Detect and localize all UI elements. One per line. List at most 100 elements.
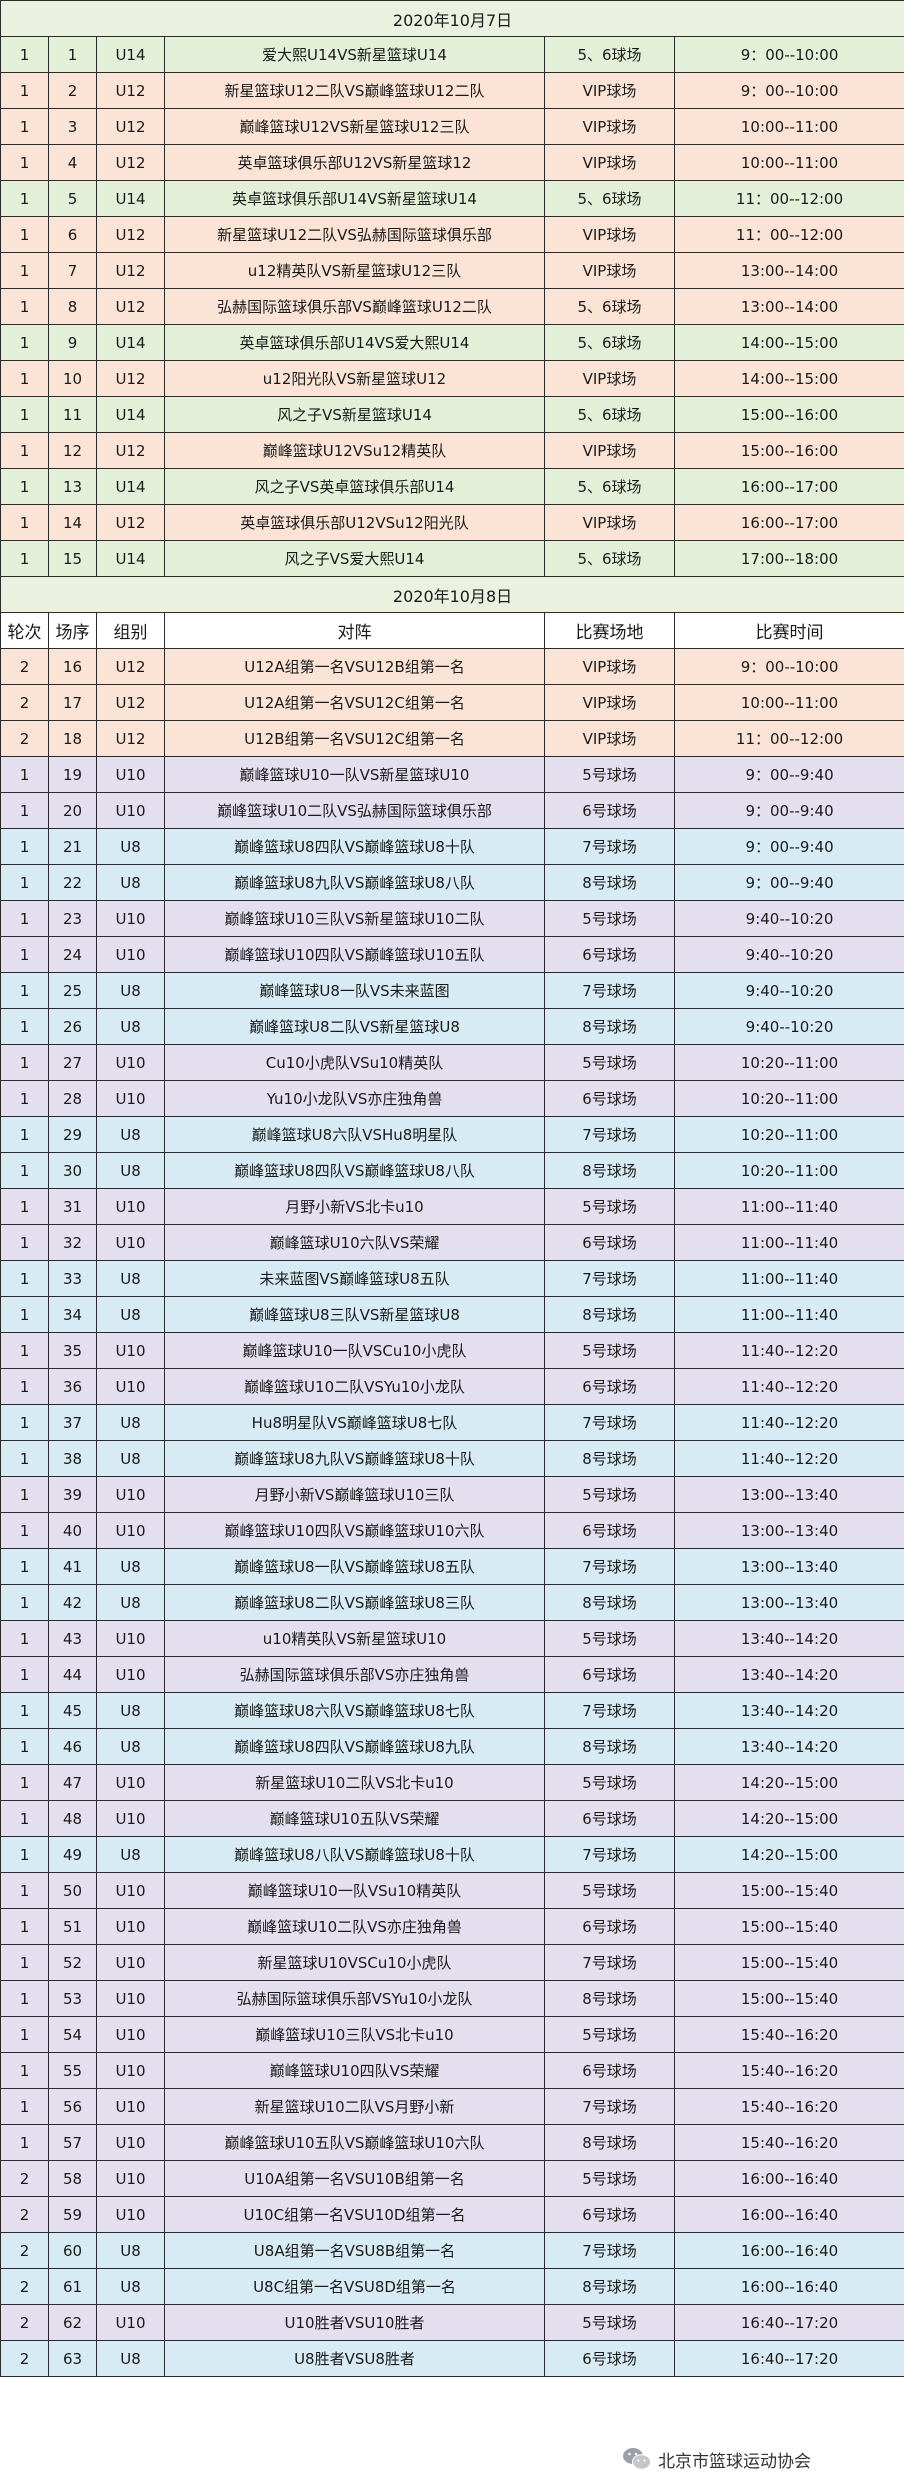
group-cell: U8 — [96, 1116, 165, 1153]
seq-cell: 16 — [48, 648, 97, 685]
round-cell: 1 — [0, 1872, 49, 1909]
match-cell: U10C组第一名VSU10D组第一名 — [164, 2196, 545, 2233]
seq-cell: 21 — [48, 828, 97, 865]
venue-cell: 8号球场 — [544, 2124, 675, 2161]
time-cell: 14:00--15:00 — [673, 324, 904, 361]
seq-cell: 18 — [48, 720, 97, 757]
table-row: 1 42 U8 巅峰篮球U8二队VS巅峰篮球U8三队 8号球场 13:00--13:40 — [0, 1584, 904, 1621]
table-row: 1 10 U12 u12阳光队VS新星篮球U12 VIP球场 14:00--15:00 — [0, 360, 904, 397]
time-cell: 13:00--14:00 — [673, 252, 904, 289]
table-row: 1 22 U8 巅峰篮球U8九队VS巅峰篮球U8八队 8号球场 9：00--9:40 — [0, 864, 904, 901]
table-row: 1 35 U10 巅峰篮球U10一队VSCu10小虎队 5号球场 11:40--12:20 — [0, 1332, 904, 1369]
table-row: 1 54 U10 巅峰篮球U10三队VS北卡u10 5号球场 15:40--16:20 — [0, 2016, 904, 2053]
schedule-table: 2020年10月7日 1 1 U14 爱大熙U14VS新星篮球U14 5、6球场 9：00-… — [0, 0, 904, 2377]
round-cell: 1 — [0, 504, 49, 541]
venue-cell: VIP球场 — [544, 216, 675, 253]
table-row: 1 32 U10 巅峰篮球U10六队VS荣耀 6号球场 11:00--11:40 — [0, 1224, 904, 1261]
group-cell: U12 — [96, 72, 165, 109]
match-cell: 巅峰篮球U8四队VS巅峰篮球U8八队 — [164, 1152, 545, 1189]
seq-cell: 43 — [48, 1620, 97, 1657]
group-cell: U10 — [96, 1368, 165, 1405]
table-row: 2 18 U12 U12B组第一名VSU12C组第一名 VIP球场 11：00--12:0… — [0, 720, 904, 757]
match-cell: 巅峰篮球U10一队VSCu10小虎队 — [164, 1332, 545, 1369]
venue-cell: 5号球场 — [544, 2160, 675, 2197]
table-row: 1 47 U10 新星篮球U10二队VS北卡u10 5号球场 14:20--15:00 — [0, 1764, 904, 1801]
seq-cell: 27 — [48, 1044, 97, 1081]
venue-cell: 6号球场 — [544, 2196, 675, 2233]
table-row: 1 5 U14 英卓篮球俱乐部U14VS新星篮球U14 5、6球场 11：00--12:0… — [0, 180, 904, 217]
round-cell: 1 — [0, 972, 49, 1009]
group-cell: U10 — [96, 2124, 165, 2161]
match-cell: 巅峰篮球U10六队VS荣耀 — [164, 1224, 545, 1261]
time-cell: 15:00--15:40 — [673, 1872, 904, 1909]
match-cell: 巅峰篮球U8六队VS巅峰篮球U8七队 — [164, 1692, 545, 1729]
round-cell: 1 — [0, 1260, 49, 1297]
match-cell: 巅峰篮球U10一队VSu10精英队 — [164, 1872, 545, 1909]
time-cell: 13:40--14:20 — [673, 1692, 904, 1729]
table-row: 1 39 U10 月野小新VS巅峰篮球U10三队 5号球场 13:00--13:40 — [0, 1476, 904, 1513]
round-cell: 1 — [0, 2016, 49, 2053]
round-cell: 1 — [0, 1368, 49, 1405]
footer-watermark: 北京市篮球运动协会 — [622, 2444, 811, 2474]
venue-cell: VIP球场 — [544, 504, 675, 541]
round-cell: 1 — [0, 1332, 49, 1369]
seq-cell: 38 — [48, 1440, 97, 1477]
venue-cell: 5、6球场 — [544, 288, 675, 325]
match-cell: 巅峰篮球U12VSu12精英队 — [164, 432, 545, 469]
venue-cell: 6号球场 — [544, 2052, 675, 2089]
match-cell: u10精英队VS新星篮球U10 — [164, 1620, 545, 1657]
venue-cell: 7号球场 — [544, 1692, 675, 1729]
venue-cell: 7号球场 — [544, 828, 675, 865]
round-cell: 1 — [0, 936, 49, 973]
round-cell: 1 — [0, 1764, 49, 1801]
venue-cell: VIP球场 — [544, 720, 675, 757]
footer-text: 北京市篮球运动协会 — [658, 2451, 811, 2472]
venue-cell: 7号球场 — [544, 2088, 675, 2125]
table-row: 1 34 U8 巅峰篮球U8三队VS新星篮球U8 8号球场 11:00--11:40 — [0, 1296, 904, 1333]
seq-cell: 62 — [48, 2304, 97, 2341]
round-cell: 1 — [0, 2052, 49, 2089]
section-title-row: 2020年10月7日 — [0, 0, 904, 37]
seq-cell: 44 — [48, 1656, 97, 1693]
table-row: 1 33 U8 未来蓝图VS巅峰篮球U8五队 7号球场 11:00--11:40 — [0, 1260, 904, 1297]
seq-cell: 50 — [48, 1872, 97, 1909]
round-cell: 2 — [0, 2304, 49, 2341]
group-cell: U10 — [96, 936, 165, 973]
venue-cell: 5号球场 — [544, 1044, 675, 1081]
seq-cell: 1 — [48, 36, 97, 73]
round-cell: 1 — [0, 1944, 49, 1981]
venue-cell: 7号球场 — [544, 1404, 675, 1441]
seq-cell: 56 — [48, 2088, 97, 2125]
group-cell: U10 — [96, 1620, 165, 1657]
seq-cell: 5 — [48, 180, 97, 217]
table-row: 1 20 U10 巅峰篮球U10二队VS弘赫国际篮球俱乐部 6号球场 9：00--9:40 — [0, 792, 904, 829]
seq-cell: 52 — [48, 1944, 97, 1981]
round-cell: 1 — [0, 1296, 49, 1333]
match-cell: Yu10小龙队VS亦庄独角兽 — [164, 1080, 545, 1117]
round-cell: 1 — [0, 1440, 49, 1477]
time-cell: 11:40--12:20 — [673, 1440, 904, 1477]
round-cell: 2 — [0, 720, 49, 757]
round-cell: 1 — [0, 1800, 49, 1837]
table-row: 2 58 U10 U10A组第一名VSU10B组第一名 5号球场 16:00--16:40 — [0, 2160, 904, 2197]
time-cell: 16:00--16:40 — [673, 2160, 904, 2197]
group-cell: U10 — [96, 1080, 165, 1117]
match-cell: 巅峰篮球U8二队VS新星篮球U8 — [164, 1008, 545, 1045]
table-row: 2 59 U10 U10C组第一名VSU10D组第一名 6号球场 16:00--16:40 — [0, 2196, 904, 2233]
seq-cell: 48 — [48, 1800, 97, 1837]
round-cell: 1 — [0, 1512, 49, 1549]
time-cell: 15:00--16:00 — [673, 432, 904, 469]
round-cell: 1 — [0, 900, 49, 937]
match-cell: 风之子VS爱大熙U14 — [164, 540, 545, 577]
venue-cell: 8号球场 — [544, 1728, 675, 1765]
time-cell: 16:00--16:40 — [673, 2232, 904, 2269]
venue-cell: 8号球场 — [544, 864, 675, 901]
match-cell: u12阳光队VS新星篮球U12 — [164, 360, 545, 397]
seq-cell: 40 — [48, 1512, 97, 1549]
venue-cell: 5号球场 — [544, 2016, 675, 2053]
venue-cell: 5号球场 — [544, 756, 675, 793]
group-cell: U14 — [96, 468, 165, 505]
table-row: 1 4 U12 英卓篮球俱乐部U12VS新星篮球12 VIP球场 10:00--11:00 — [0, 144, 904, 181]
match-cell: 未来蓝图VS巅峰篮球U8五队 — [164, 1260, 545, 1297]
table-row: 1 40 U10 巅峰篮球U10四队VS巅峰篮球U10六队 6号球场 13:00--13:… — [0, 1512, 904, 1549]
